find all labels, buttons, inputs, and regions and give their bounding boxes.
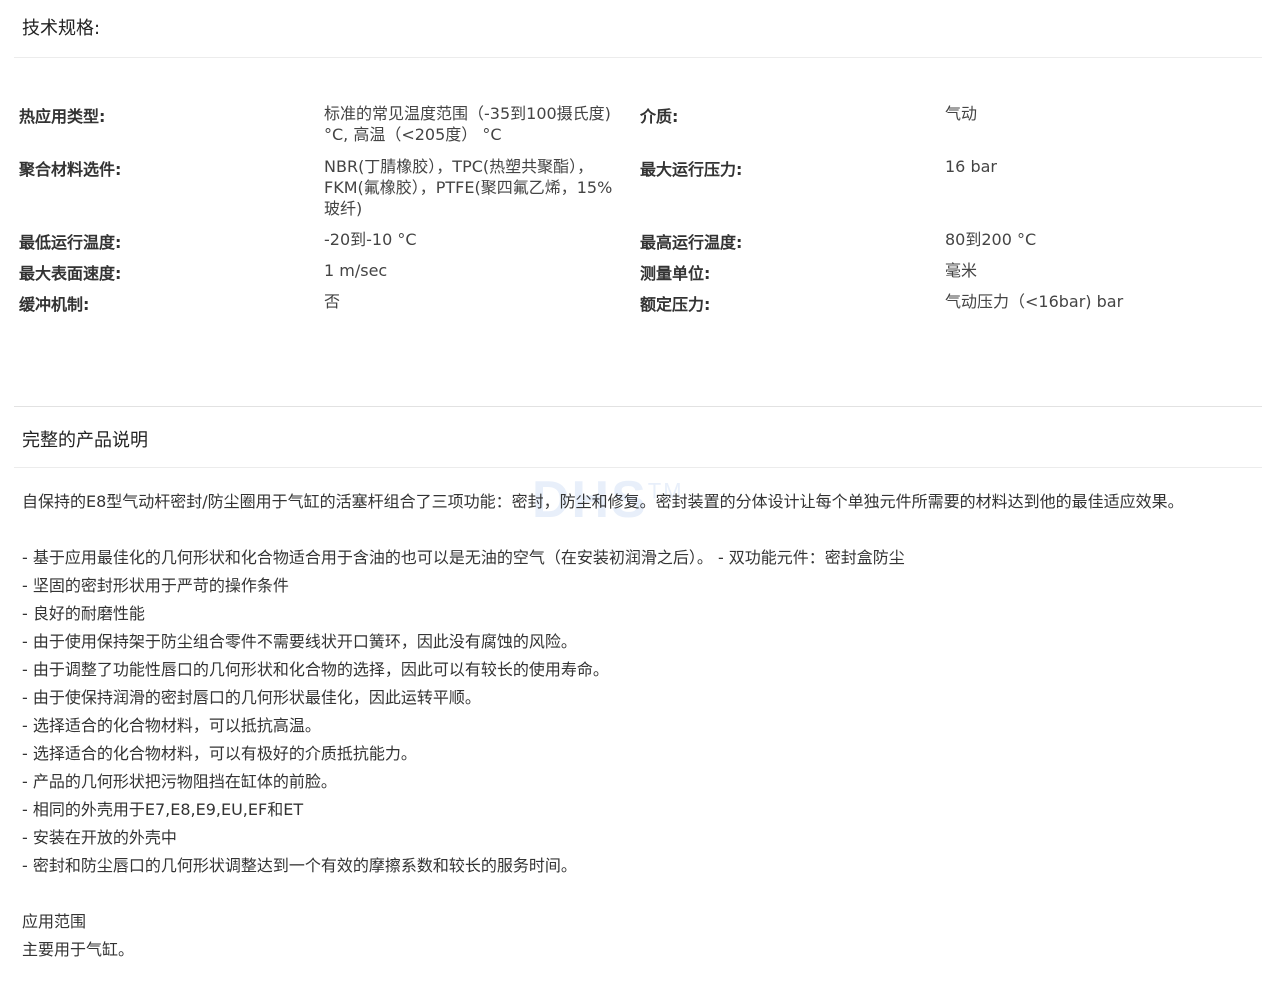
description-header — [14, 407, 1262, 468]
description-title: 完整的产品说明 — [22, 430, 148, 451]
list-item: - 基于应用最佳化的几何形状和化合物适合用于含油的也可以是无油的空气（在安装初润… — [22, 548, 905, 567]
list-item: - 选择适合的化合物材料，可以有极好的介质抵抗能力。 — [22, 744, 417, 763]
list-item: - 由于使用保持架于防尘组合零件不需要线状开口簧环，因此没有腐蚀的风险。 — [22, 632, 577, 651]
specs-title: 技术规格: — [22, 18, 101, 39]
spec-label-medium: 介质: — [640, 107, 679, 126]
list-item: - 选择适合的化合物材料，可以抵抗高温。 — [22, 716, 321, 735]
list-item: - 密封和防尘唇口的几何形状调整达到一个有效的摩擦系数和较长的服务时间。 — [22, 856, 577, 875]
spec-value-heat-type: 标准的常见温度范围（-35到100摄氏度) °C, 高温（<205度） °C — [324, 104, 611, 144]
spec-label-materials: 聚合材料选件: — [19, 160, 122, 179]
spec-value-materials: NBR(丁腈橡胶），TPC(热塑共聚酯），FKM(氟橡胶），PTFE(聚四氟乙烯… — [324, 157, 613, 218]
list-item: - 坚固的密封形状用于严苛的操作条件 — [22, 576, 289, 595]
spec-value-max-temp: 80到200 °C — [945, 230, 1037, 249]
description-intro: 自保持的E8型气动杆密封/防尘圈用于气缸的活塞杆组合了三项功能：密封，防尘和修复… — [22, 492, 1184, 511]
specs-header — [14, 0, 1262, 58]
spec-label-rated-pressure: 额定压力: — [640, 295, 711, 314]
list-item: - 安装在开放的外壳中 — [22, 828, 177, 847]
spec-label-heat-type: 热应用类型: — [19, 107, 106, 126]
spec-label-surface-speed: 最大表面速度: — [19, 264, 122, 283]
list-item: - 由于使保持润滑的密封唇口的几何形状最佳化，因此运转平顺。 — [22, 688, 481, 707]
spec-value-cushion: 否 — [324, 292, 341, 311]
application-text: 主要用于气缸。 — [22, 940, 135, 959]
spec-value-rated-pressure: 气动压力（<16bar) bar — [945, 292, 1124, 311]
application-title: 应用范围 — [22, 912, 87, 931]
list-item: - 由于调整了功能性唇口的几何形状和化合物的选择，因此可以有较长的使用寿命。 — [22, 660, 609, 679]
spec-value-medium: 气动 — [945, 104, 978, 123]
list-item: - 相同的外壳用于E7,E8,E9,EU,EF和ET — [22, 800, 304, 819]
description-body: 自保持的E8型气动杆密封/防尘圈用于气缸的活塞杆组合了三项功能：密封，防尘和修复… — [22, 488, 1258, 964]
spec-value-max-pressure: 16 bar — [945, 157, 997, 176]
spec-label-max-pressure: 最大运行压力: — [640, 160, 743, 179]
spec-label-cushion: 缓冲机制: — [19, 295, 90, 314]
spec-value-unit: 毫米 — [945, 261, 978, 280]
spec-value-surface-speed: 1 m/sec — [324, 261, 388, 280]
spec-label-max-temp: 最高运行温度: — [640, 233, 743, 252]
spec-label-min-temp: 最低运行温度: — [19, 233, 122, 252]
list-item: - 产品的几何形状把污物阻挡在缸体的前脸。 — [22, 772, 337, 791]
list-item: - 良好的耐磨性能 — [22, 604, 145, 623]
spec-label-unit: 测量单位: — [640, 264, 711, 283]
spec-value-min-temp: -20到-10 °C — [324, 230, 417, 249]
